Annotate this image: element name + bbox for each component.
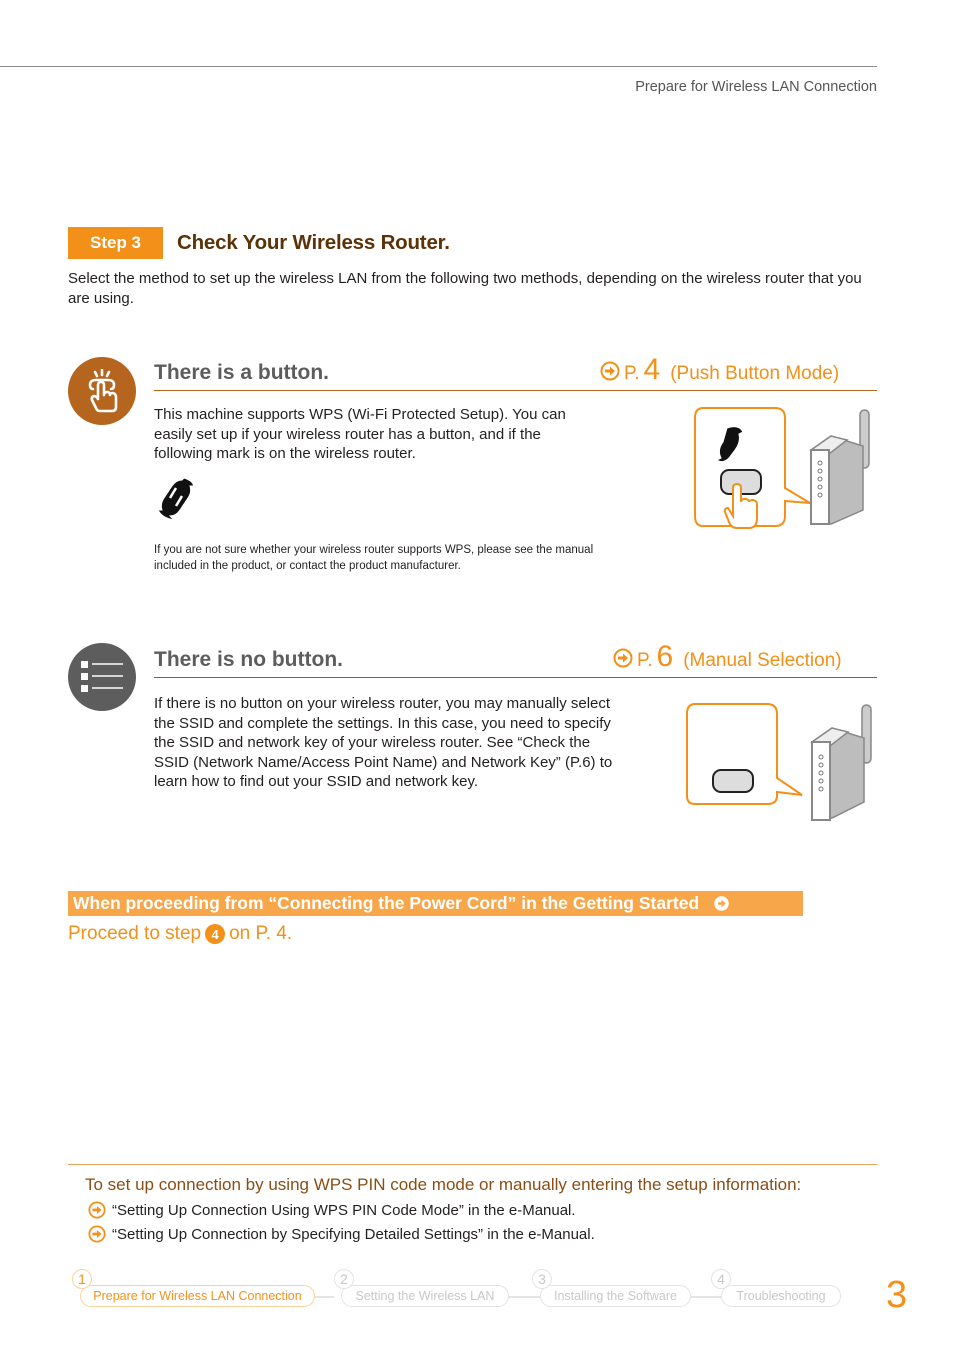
section-button-note: If you are not sure whether your wireles…: [154, 544, 594, 572]
emanual-link-wps-pin[interactable]: “Setting Up Connection Using WPS PIN Cod…: [88, 1201, 576, 1219]
wps-logo-icon: [154, 474, 198, 527]
proceed-suffix: on P. 4.: [229, 923, 293, 944]
arrow-circle-icon: [88, 1225, 106, 1243]
link-text: “Setting Up Connection Using WPS PIN Cod…: [112, 1201, 576, 1219]
intro-text: Select the method to set up the wireless…: [68, 270, 862, 307]
page-number: 3: [886, 1274, 908, 1316]
nav-step-number: 4: [711, 1269, 731, 1289]
step-title: Check Your Wireless Router.: [177, 231, 450, 254]
nav-step-4[interactable]: Troubleshooting: [721, 1285, 841, 1307]
section-nobutton-rule: [154, 677, 877, 678]
nav-step-label: Installing the Software: [554, 1289, 677, 1303]
nav-step-3[interactable]: Installing the Software: [540, 1285, 691, 1307]
push-button-hand-icon: [68, 357, 136, 425]
nav-step-number: 2: [334, 1269, 354, 1289]
ref-page: 4: [643, 353, 661, 386]
nav-connector: [690, 1296, 722, 1298]
section-button-rule: [154, 390, 877, 391]
proceed-prefix: Proceed to step: [68, 923, 202, 944]
nav-step-2[interactable]: Setting the Wireless LAN: [341, 1285, 509, 1307]
router-push-button-illustration: [693, 406, 878, 537]
ref-label: (Push Button Mode): [670, 363, 840, 384]
nav-step-label: Troubleshooting: [736, 1289, 826, 1303]
banner-text: When proceeding from “Connecting the Pow…: [73, 893, 700, 913]
step-navigation: Prepare for Wireless LAN Connection 1 Se…: [70, 1266, 850, 1316]
ref-prefix: P.: [637, 650, 653, 671]
ref-push-button-mode[interactable]: P. 4 (Push Button Mode): [600, 353, 840, 386]
section-button-title: There is a button.: [154, 361, 330, 384]
nav-step-1[interactable]: Prepare for Wireless LAN Connection: [80, 1285, 315, 1307]
proceed-instruction: Proceed to step 4 on P. 4.: [68, 923, 292, 945]
step-number-badge: 4: [205, 924, 226, 944]
arrow-circle-icon: [600, 361, 620, 380]
section-nobutton-title: There is no button.: [154, 648, 343, 671]
nav-step-number: 3: [532, 1269, 552, 1289]
setup-info-title: To set up connection by using WPS PIN co…: [85, 1175, 802, 1194]
section-nobutton-body: If there is no button on your wireless r…: [154, 695, 613, 790]
link-text: “Setting Up Connection by Specifying Det…: [112, 1225, 595, 1243]
nav-connector: [314, 1296, 334, 1298]
nav-step-label: Prepare for Wireless LAN Connection: [93, 1289, 302, 1303]
ref-page: 6: [656, 640, 674, 673]
emanual-link-detailed-settings[interactable]: “Setting Up Connection by Specifying Det…: [88, 1225, 595, 1243]
header-rule: [0, 66, 877, 67]
arrow-circle-icon: [88, 1201, 106, 1219]
getting-started-banner: When proceeding from “Connecting the Pow…: [68, 891, 803, 916]
list-icon: [68, 643, 136, 711]
nav-step-number: 1: [72, 1269, 92, 1289]
ref-label: (Manual Selection): [683, 650, 842, 671]
nav-step-label: Setting the Wireless LAN: [355, 1289, 495, 1303]
header-title: Prepare for Wireless LAN Connection: [635, 79, 877, 95]
step-badge: Step 3: [68, 227, 163, 259]
ref-prefix: P.: [624, 363, 640, 384]
ref-manual-selection[interactable]: P. 6 (Manual Selection): [613, 640, 842, 673]
nav-connector: [508, 1296, 540, 1298]
section-button-body: This machine supports WPS (Wi-Fi Protect…: [154, 406, 566, 462]
setup-info-rule: [68, 1164, 877, 1165]
router-manual-illustration: [685, 702, 875, 829]
arrow-circle-icon: [613, 648, 633, 667]
arrow-circle-icon: [714, 896, 729, 911]
